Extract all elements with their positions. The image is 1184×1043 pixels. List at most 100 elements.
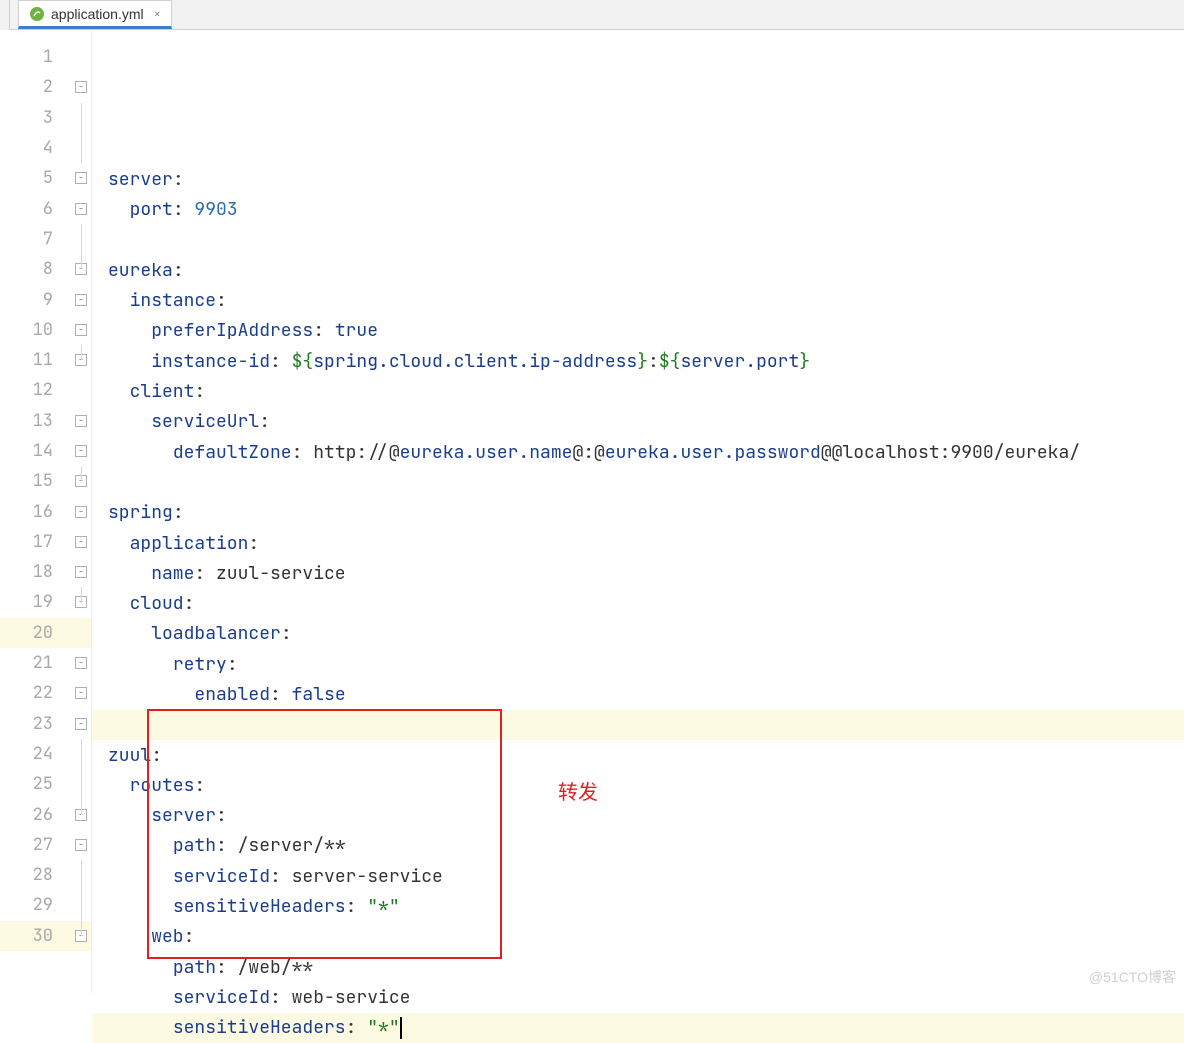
code-line[interactable]: serviceUrl: (92, 407, 1184, 437)
token-key: enabled (194, 683, 270, 706)
token-val (108, 319, 151, 342)
fold-open-icon[interactable]: − (75, 415, 87, 427)
fold-open-icon[interactable]: − (75, 294, 87, 306)
fold-open-icon[interactable]: − (75, 203, 87, 215)
token-val: : (184, 925, 195, 948)
token-val (108, 410, 151, 433)
code-line[interactable]: server: (92, 164, 1184, 194)
gutter-line: 8− (0, 254, 91, 284)
text-cursor (400, 1017, 402, 1039)
code-line[interactable]: sensitiveHeaders: "*" (92, 1013, 1184, 1043)
code-line[interactable]: path: /server/** (92, 831, 1184, 861)
token-key: cloud (130, 592, 184, 615)
gutter-line: 7 (0, 224, 91, 254)
fold-open-icon[interactable]: − (75, 839, 87, 851)
gutter-line: 25 (0, 769, 91, 799)
fold-open-icon[interactable]: − (75, 445, 87, 457)
code-line[interactable]: spring: (92, 498, 1184, 528)
token-key: sensitiveHeaders (173, 895, 346, 918)
gutter-line: 13− (0, 406, 91, 436)
code-line[interactable]: port: 9903 (92, 195, 1184, 225)
code-line[interactable]: server: (92, 801, 1184, 831)
fold-open-icon[interactable]: − (75, 687, 87, 699)
code-line[interactable]: application: (92, 528, 1184, 558)
token-key: port (130, 198, 173, 221)
code-line[interactable]: preferIpAddress: true (92, 316, 1184, 346)
token-key: instance (130, 289, 216, 312)
token-val: : (270, 683, 292, 706)
token-val: : server-service (270, 865, 443, 888)
fold-open-icon[interactable]: − (75, 566, 87, 578)
token-val: : (194, 380, 205, 403)
code-content[interactable]: 转发 server: port: 9903eureka: instance: p… (92, 30, 1184, 993)
token-val (108, 350, 151, 373)
token-key: server (151, 804, 216, 827)
token-dollar: } (799, 350, 810, 373)
gutter-line: 21− (0, 648, 91, 678)
token-key: serviceId (173, 986, 270, 1009)
code-line[interactable]: zuul: (92, 740, 1184, 770)
code-line[interactable]: routes: (92, 770, 1184, 800)
token-key: routes (130, 774, 195, 797)
token-key: application (130, 532, 249, 555)
code-line[interactable]: enabled: false (92, 679, 1184, 709)
code-line[interactable]: path: /web/** (92, 952, 1184, 982)
token-val: : (346, 1016, 368, 1039)
token-dollar: } (637, 350, 648, 373)
gutter-line: 2− (0, 72, 91, 102)
code-line[interactable] (92, 134, 1184, 164)
token-ref: server.port (680, 350, 799, 373)
code-line[interactable]: sensitiveHeaders: "*" (92, 891, 1184, 921)
code-line[interactable]: web: (92, 922, 1184, 952)
code-line[interactable]: instance-id: ${spring.cloud.client.ip-ad… (92, 346, 1184, 376)
token-val (108, 865, 173, 888)
token-key: preferIpAddress (151, 319, 313, 342)
token-key: instance-id (151, 350, 270, 373)
token-val: : (184, 592, 195, 615)
token-val (108, 592, 130, 615)
token-bool: false (292, 683, 346, 706)
fold-open-icon[interactable]: − (75, 657, 87, 669)
fold-open-icon[interactable]: − (75, 172, 87, 184)
token-key: serviceId (173, 865, 270, 888)
token-val: : (194, 774, 205, 797)
code-line[interactable]: defaultZone: http://@eureka.user.name@:@… (92, 437, 1184, 467)
token-key: zuul (108, 744, 151, 767)
code-line[interactable]: serviceId: web-service (92, 982, 1184, 1012)
token-key: serviceUrl (151, 410, 259, 433)
gutter-line: 23− (0, 709, 91, 739)
token-val (108, 986, 173, 1009)
token-str: "*" (367, 1016, 399, 1039)
fold-open-icon[interactable]: − (75, 324, 87, 336)
code-line[interactable]: loadbalancer: (92, 619, 1184, 649)
code-line[interactable] (92, 467, 1184, 497)
code-line[interactable] (92, 225, 1184, 255)
editor-area[interactable]: 12−345−6−78−9−10−11−1213−14−15−16−17−18−… (0, 30, 1184, 993)
gutter-line: 5− (0, 163, 91, 193)
fold-open-icon[interactable]: − (75, 506, 87, 518)
token-val: : http://@ (292, 441, 400, 464)
fold-open-icon[interactable]: − (75, 81, 87, 93)
gutter-line: 28 (0, 860, 91, 890)
token-val: : (313, 319, 335, 342)
tab-application-yml[interactable]: application.yml × (18, 0, 172, 29)
code-line[interactable]: client: (92, 376, 1184, 406)
fold-open-icon[interactable]: − (75, 718, 87, 730)
fold-open-icon[interactable]: − (75, 536, 87, 548)
token-val: : (151, 744, 162, 767)
close-icon[interactable]: × (154, 6, 161, 22)
token-val: : web-service (270, 986, 410, 1009)
code-line[interactable]: retry: (92, 649, 1184, 679)
code-line[interactable]: eureka: (92, 255, 1184, 285)
code-line[interactable] (92, 710, 1184, 740)
spring-file-icon (29, 6, 45, 22)
gutter-line: 4 (0, 133, 91, 163)
code-line[interactable]: instance: (92, 285, 1184, 315)
code-line[interactable]: cloud: (92, 588, 1184, 618)
token-str: "*" (367, 895, 399, 918)
code-line[interactable]: name: zuul-service (92, 558, 1184, 588)
code-line[interactable]: serviceId: server-service (92, 861, 1184, 891)
gutter-line: 20 (0, 618, 91, 648)
token-key: name (151, 562, 194, 585)
token-val (108, 441, 173, 464)
